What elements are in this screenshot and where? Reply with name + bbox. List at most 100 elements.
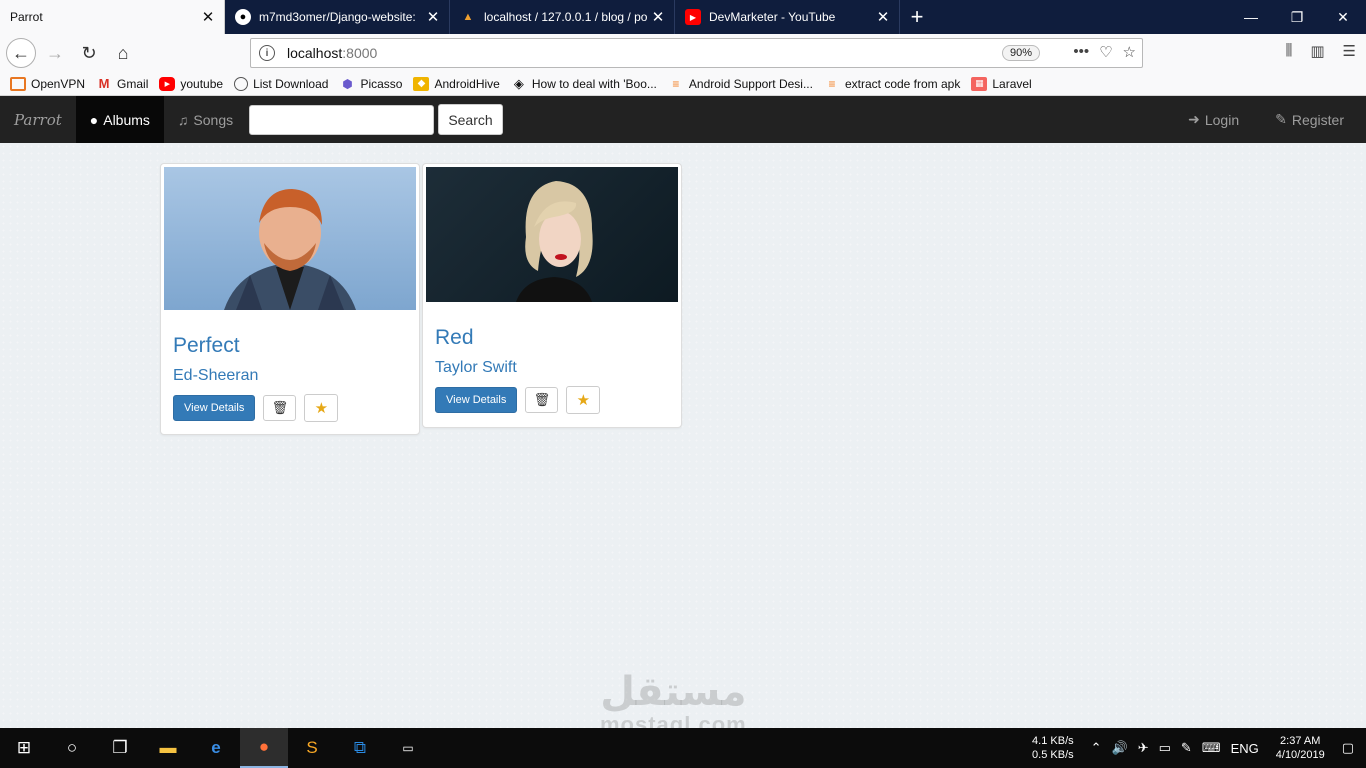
diamond-icon: ◈: [513, 75, 524, 91]
network-speed: 4.1 KB/s 0.5 KB/s: [1032, 734, 1074, 762]
close-window-icon[interactable]: ✕: [1320, 0, 1366, 34]
trash-icon: 🗑: [533, 392, 551, 407]
bookmark-laravel[interactable]: ▦ Laravel: [971, 76, 1032, 91]
pocket-icon[interactable]: ♡: [1099, 43, 1112, 61]
home-icon[interactable]: ⌂: [108, 38, 138, 68]
library-icon[interactable]: ⫼: [1285, 42, 1292, 60]
back-arrow-icon[interactable]: ←: [6, 38, 36, 68]
bookmark-picasso[interactable]: ⬢ Picasso: [339, 77, 402, 91]
tab-parrot[interactable]: Parrot ✕: [0, 0, 225, 34]
albums-page: Perfect Ed-Sheeran View Details 🗑 ★ Red …: [0, 143, 1366, 728]
pencil-icon: ✎: [1275, 111, 1287, 127]
nav-songs[interactable]: ♫ Songs: [164, 96, 247, 143]
close-icon[interactable]: ✕: [425, 8, 441, 26]
app-navbar: Parrot ● Albums ♫ Songs Search ➜ Login ✎…: [0, 96, 1366, 143]
album-title[interactable]: Perfect: [173, 334, 240, 358]
sublime-icon[interactable]: S: [288, 728, 336, 768]
watermark-arabic: مستقل: [600, 669, 747, 715]
task-view-icon[interactable]: ❐: [96, 728, 144, 768]
bookmark-list-download[interactable]: List Download: [234, 76, 328, 91]
globe-icon: [234, 76, 249, 91]
favorite-button[interactable]: ★: [566, 386, 601, 414]
brand-logo[interactable]: Parrot: [0, 96, 76, 143]
album-cover-image[interactable]: [164, 167, 416, 310]
minimize-icon[interactable]: —: [1228, 0, 1274, 34]
picasso-icon: ⬢: [342, 76, 353, 91]
favorite-button[interactable]: ★: [304, 394, 339, 422]
tab-youtube[interactable]: ▶ DevMarketer - YouTube ✕: [675, 0, 900, 34]
volume-icon[interactable]: 🔊: [1112, 740, 1128, 756]
firefox-icon[interactable]: ●: [240, 728, 288, 768]
pen-icon[interactable]: ✎: [1181, 740, 1192, 756]
chevron-up-icon[interactable]: ⌃: [1091, 740, 1102, 756]
bookmark-android-support[interactable]: ≡ Android Support Desi...: [668, 77, 813, 91]
url-bar[interactable]: i localhost:8000 90% ••• ♡ ☆: [250, 38, 1143, 68]
album-artist[interactable]: Ed-Sheeran: [173, 367, 258, 385]
album-title[interactable]: Red: [435, 326, 474, 350]
nav-albums[interactable]: ● Albums: [75, 96, 164, 143]
battery-icon[interactable]: ▭: [1159, 740, 1171, 756]
tab-title: m7md3omer/Django-website:: [259, 10, 416, 24]
sidebar-icon[interactable]: ▥: [1310, 42, 1324, 60]
delete-button[interactable]: 🗑: [525, 387, 559, 413]
album-artist[interactable]: Taylor Swift: [435, 359, 517, 377]
file-explorer-icon[interactable]: ▬: [144, 728, 192, 768]
airplane-icon[interactable]: ✈: [1138, 740, 1149, 756]
net-down: 4.1 KB/s: [1032, 735, 1074, 747]
more-actions-icon[interactable]: •••: [1073, 43, 1089, 61]
close-icon[interactable]: ✕: [650, 8, 666, 26]
restore-icon[interactable]: ❐: [1274, 0, 1320, 34]
album-cover-art: [224, 189, 356, 310]
search-button[interactable]: Search: [438, 104, 503, 135]
star-icon: ★: [314, 400, 329, 417]
bookmark-label: OpenVPN: [31, 76, 86, 91]
star-icon: ★: [576, 392, 591, 409]
album-cover-image[interactable]: [426, 167, 678, 302]
close-icon[interactable]: ✕: [200, 8, 216, 26]
phpmyadmin-icon: ▲: [462, 11, 474, 23]
search-input[interactable]: [249, 105, 434, 135]
nav-login[interactable]: ➜ Login: [1174, 96, 1261, 143]
keyboard-icon[interactable]: ⌨: [1202, 740, 1221, 756]
bookmark-androidhive[interactable]: ◆ AndroidHive: [413, 76, 500, 91]
bookmark-star-icon[interactable]: ☆: [1123, 43, 1136, 61]
reload-icon[interactable]: ↻: [74, 38, 104, 68]
album-card: Red Taylor Swift View Details 🗑 ★: [422, 163, 682, 428]
delete-button[interactable]: 🗑: [263, 395, 297, 421]
info-icon[interactable]: i: [259, 45, 275, 61]
vscode-icon[interactable]: ⧉: [336, 728, 384, 768]
nav-register[interactable]: ✎ Register: [1261, 96, 1366, 143]
nav-albums-label: Albums: [103, 111, 150, 128]
notification-icon[interactable]: ▢: [1342, 740, 1354, 756]
login-icon: ➜: [1188, 111, 1200, 127]
bookmark-extract-code[interactable]: ≡ extract code from apk: [824, 77, 960, 91]
language-indicator[interactable]: ENG: [1231, 741, 1259, 756]
tab-github[interactable]: ● m7md3omer/Django-website: ✕: [225, 0, 450, 34]
clock[interactable]: 2:37 AM 4/10/2019: [1276, 734, 1325, 762]
windows-start-icon[interactable]: ⊞: [0, 728, 48, 768]
album-cover-art: [516, 181, 593, 302]
tab-title: Parrot: [10, 10, 43, 24]
edge-icon[interactable]: e: [192, 728, 240, 768]
nav-songs-label: Songs: [193, 111, 234, 128]
zoom-indicator[interactable]: 90%: [1001, 45, 1040, 61]
tab-phpmyadmin[interactable]: ▲ localhost / 127.0.0.1 / blog / po ✕: [450, 0, 675, 34]
tab-title: DevMarketer - YouTube: [709, 10, 836, 24]
github-icon: ●: [235, 9, 251, 25]
bookmark-openvpn[interactable]: OpenVPN: [10, 76, 86, 91]
cortana-icon[interactable]: ○: [48, 728, 96, 768]
close-icon[interactable]: ✕: [875, 8, 891, 26]
view-details-button[interactable]: View Details: [435, 387, 518, 413]
terminal-icon[interactable]: ▭: [384, 728, 432, 768]
youtube-icon: ▶: [685, 9, 701, 25]
nav-login-label: Login: [1204, 111, 1240, 128]
clock-time: 2:37 AM: [1280, 735, 1321, 747]
forward-arrow-icon[interactable]: →: [40, 38, 70, 68]
view-details-button[interactable]: View Details: [173, 395, 256, 421]
stackoverflow-icon: ≡: [828, 76, 836, 91]
bookmark-youtube[interactable]: ▶ youtube: [159, 76, 223, 91]
bookmark-gmail[interactable]: M Gmail: [96, 76, 149, 91]
bookmark-how-to-deal[interactable]: ◈ How to deal with 'Boo...: [511, 75, 657, 91]
new-tab-button[interactable]: +: [900, 0, 934, 34]
menu-icon[interactable]: ☰: [1343, 42, 1356, 60]
